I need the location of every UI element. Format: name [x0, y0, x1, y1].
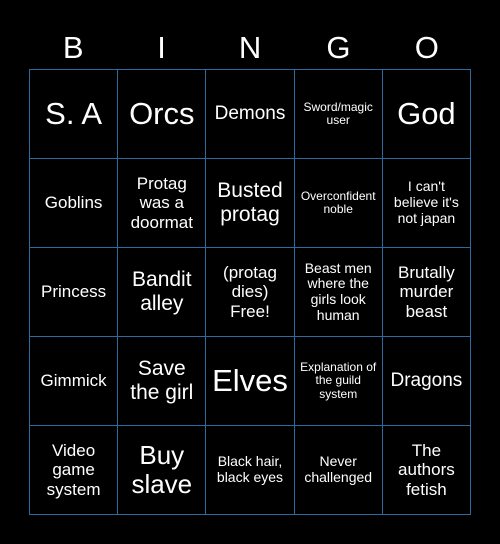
bingo-cell-label: Demons: [214, 103, 286, 125]
bingo-cell-label: God: [397, 95, 456, 131]
bingo-cell-label: Elves: [212, 362, 288, 398]
bingo-cell[interactable]: Demons: [206, 70, 295, 159]
bingo-cell[interactable]: Black hair, black eyes: [206, 426, 295, 515]
header-letter-i: I: [157, 30, 166, 65]
bingo-cell-label: Dragons: [390, 370, 463, 392]
bingo-cell[interactable]: Video game system: [30, 426, 119, 515]
bingo-cell-label: The authors fetish: [398, 441, 455, 499]
bingo-cell-label: S. A: [45, 95, 103, 131]
bingo-cell-label: (protag dies) Free!: [223, 263, 277, 321]
bingo-cell[interactable]: Elves: [206, 337, 295, 426]
bingo-cell[interactable]: Busted protag: [206, 159, 295, 248]
bingo-cell-label: Gimmick: [40, 371, 107, 391]
bingo-cell-label: Protag was a doormat: [130, 174, 193, 232]
bingo-cell-label: Overconfident noble: [300, 188, 376, 216]
bingo-cell[interactable]: Explanation of the guild system: [294, 337, 383, 426]
bingo-cell-label: Brutally murder beast: [398, 263, 455, 321]
bingo-cell[interactable]: I can't believe it's not japan: [382, 159, 471, 248]
bingo-cell-label: Sword/magic user: [303, 99, 373, 127]
bingo-cell-label: Beast men where the girls look human: [304, 259, 372, 323]
bingo-cell-label: Busted protag: [217, 179, 283, 226]
bingo-header: B I N G O: [29, 26, 471, 69]
header-letter-n: N: [238, 30, 262, 65]
bingo-cell-label: Buy slave: [131, 439, 193, 499]
bingo-cell[interactable]: Gimmick: [30, 337, 119, 426]
bingo-cell-label: Save the girl: [130, 357, 194, 404]
bingo-cell[interactable]: Overconfident noble: [294, 159, 383, 248]
bingo-cell-label: Goblins: [44, 193, 103, 213]
bingo-cell-label: Video game system: [46, 441, 101, 499]
bingo-cell-label: Black hair, black eyes: [216, 453, 284, 485]
bingo-cell[interactable]: Dragons: [382, 337, 471, 426]
bingo-cell[interactable]: Goblins: [30, 159, 119, 248]
bingo-cell[interactable]: Beast men where the girls look human: [294, 248, 383, 337]
bingo-cell[interactable]: (protag dies) Free!: [206, 248, 295, 337]
bingo-grid: S. A Orcs Demons Sword/magic user God Go…: [29, 69, 471, 515]
bingo-cell[interactable]: Brutally murder beast: [382, 248, 471, 337]
bingo-cell[interactable]: Bandit alley: [118, 248, 207, 337]
bingo-cell-label: I can't believe it's not japan: [393, 178, 459, 226]
bingo-card: B I N G O S. A Orcs Demons Sword/magic u…: [0, 0, 500, 544]
bingo-cell[interactable]: Princess: [30, 248, 119, 337]
header-letter-g: G: [326, 30, 351, 65]
bingo-cell-label: Never challenged: [304, 453, 373, 485]
bingo-cell[interactable]: Buy slave: [118, 426, 207, 515]
header-letter-b: B: [62, 30, 84, 65]
header-letter-o: O: [414, 30, 439, 65]
bingo-cell-label: Explanation of the guild system: [300, 359, 377, 401]
bingo-cell-label: Princess: [41, 282, 107, 302]
bingo-cell[interactable]: Sword/magic user: [294, 70, 383, 159]
bingo-cell[interactable]: Orcs: [118, 70, 207, 159]
bingo-cell[interactable]: God: [382, 70, 471, 159]
bingo-cell[interactable]: S. A: [30, 70, 119, 159]
bingo-cell-label: Bandit alley: [132, 268, 192, 315]
bingo-cell[interactable]: Save the girl: [118, 337, 207, 426]
bingo-cell-label: Orcs: [129, 95, 195, 131]
bingo-cell[interactable]: The authors fetish: [382, 426, 471, 515]
bingo-cell[interactable]: Never challenged: [294, 426, 383, 515]
bingo-cell[interactable]: Protag was a doormat: [118, 159, 207, 248]
